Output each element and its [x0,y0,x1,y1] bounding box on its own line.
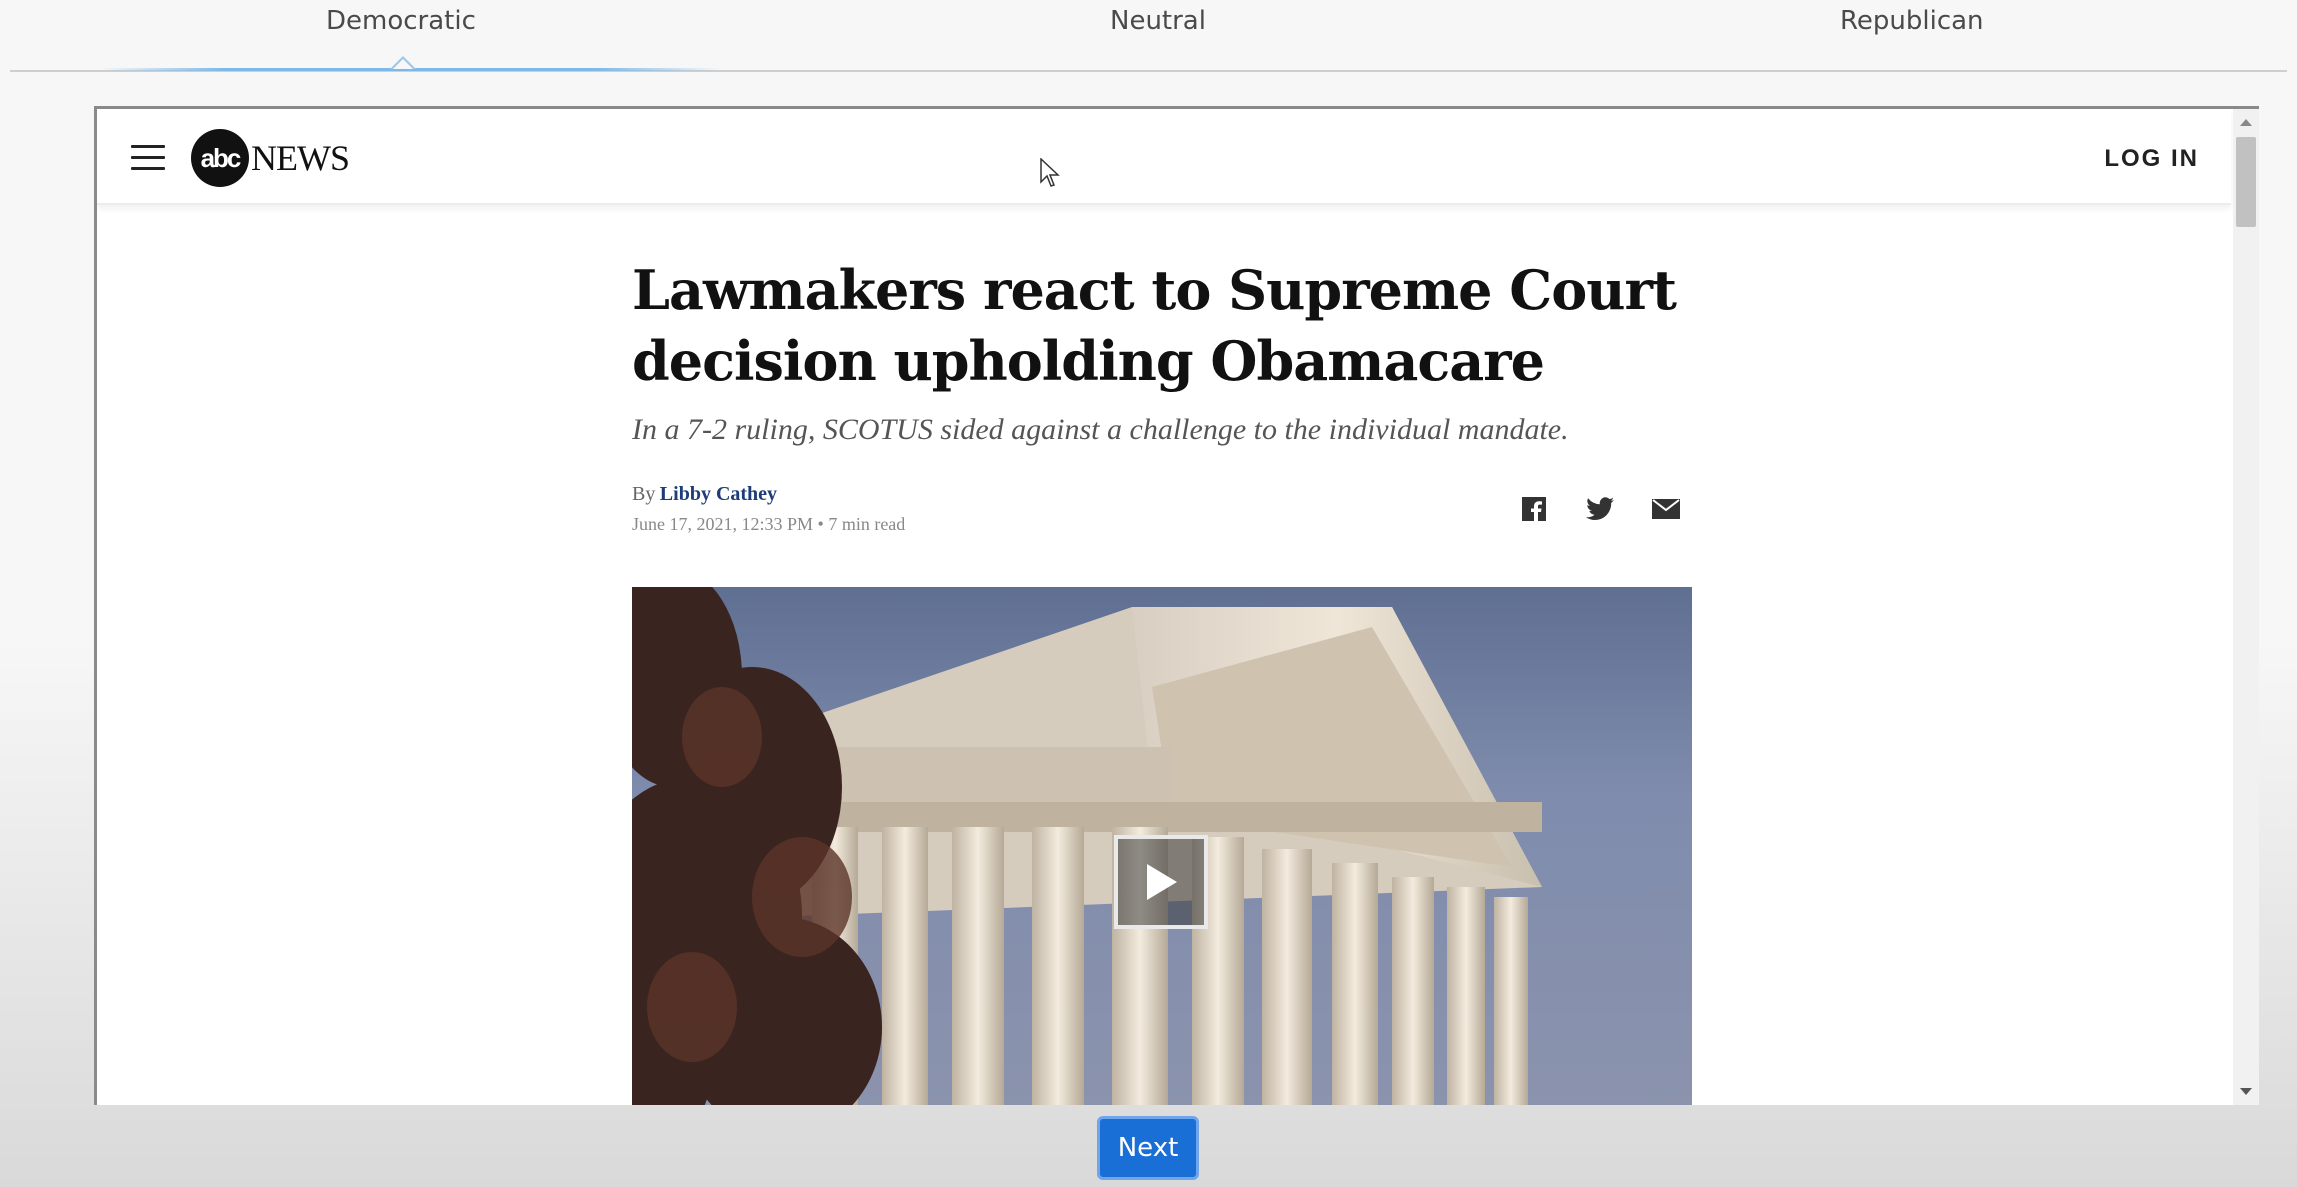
share-icons [1518,493,1682,525]
article-headline: Lawmakers react to Supreme Court decisio… [632,258,1677,393]
article: Lawmakers react to Supreme Court decisio… [632,255,1692,543]
byline-prefix: By [632,483,656,505]
tab-republican[interactable]: Republican [1840,6,1984,36]
facebook-icon[interactable] [1518,493,1550,525]
tab-neutral[interactable]: Neutral [1110,6,1206,36]
article-subheadline: In a 7-2 ruling, SCOTUS sided against a … [632,413,1569,446]
play-icon [1147,864,1177,900]
site-header: abc NEWS LOG IN [97,109,2231,205]
author-link[interactable]: Libby Cathey [660,483,777,505]
publish-date: June 17, 2021, 12:33 PM [632,514,814,534]
tab-democratic[interactable]: Democratic [326,6,476,36]
abc-news-logo[interactable]: abc NEWS [191,129,350,187]
scroll-up-arrow-icon[interactable] [2240,119,2252,126]
scroll-thumb[interactable] [2236,137,2256,227]
logo-wordmark: NEWS [251,138,350,178]
login-button[interactable]: LOG IN [2104,145,2199,173]
byline: By Libby Cathey June 17, 2021, 12:33 PM … [632,483,1692,543]
read-time: • 7 min read [817,514,906,534]
video-play-button[interactable] [1114,835,1208,929]
next-button[interactable]: Next [1097,1116,1199,1180]
logo-circle: abc [191,129,249,187]
twitter-icon[interactable] [1584,493,1616,525]
active-tab-caret [390,56,416,69]
article-hero-video[interactable] [632,587,1692,1105]
menu-icon[interactable] [131,145,165,171]
email-icon[interactable] [1650,493,1682,525]
frame-scrollbar[interactable] [2233,109,2259,1105]
perspective-tab-bar: Democratic Neutral Republican [10,0,2287,72]
scroll-down-arrow-icon[interactable] [2240,1088,2252,1095]
article-frame: abc NEWS LOG IN Lawmakers react to Supre… [94,106,2259,1105]
